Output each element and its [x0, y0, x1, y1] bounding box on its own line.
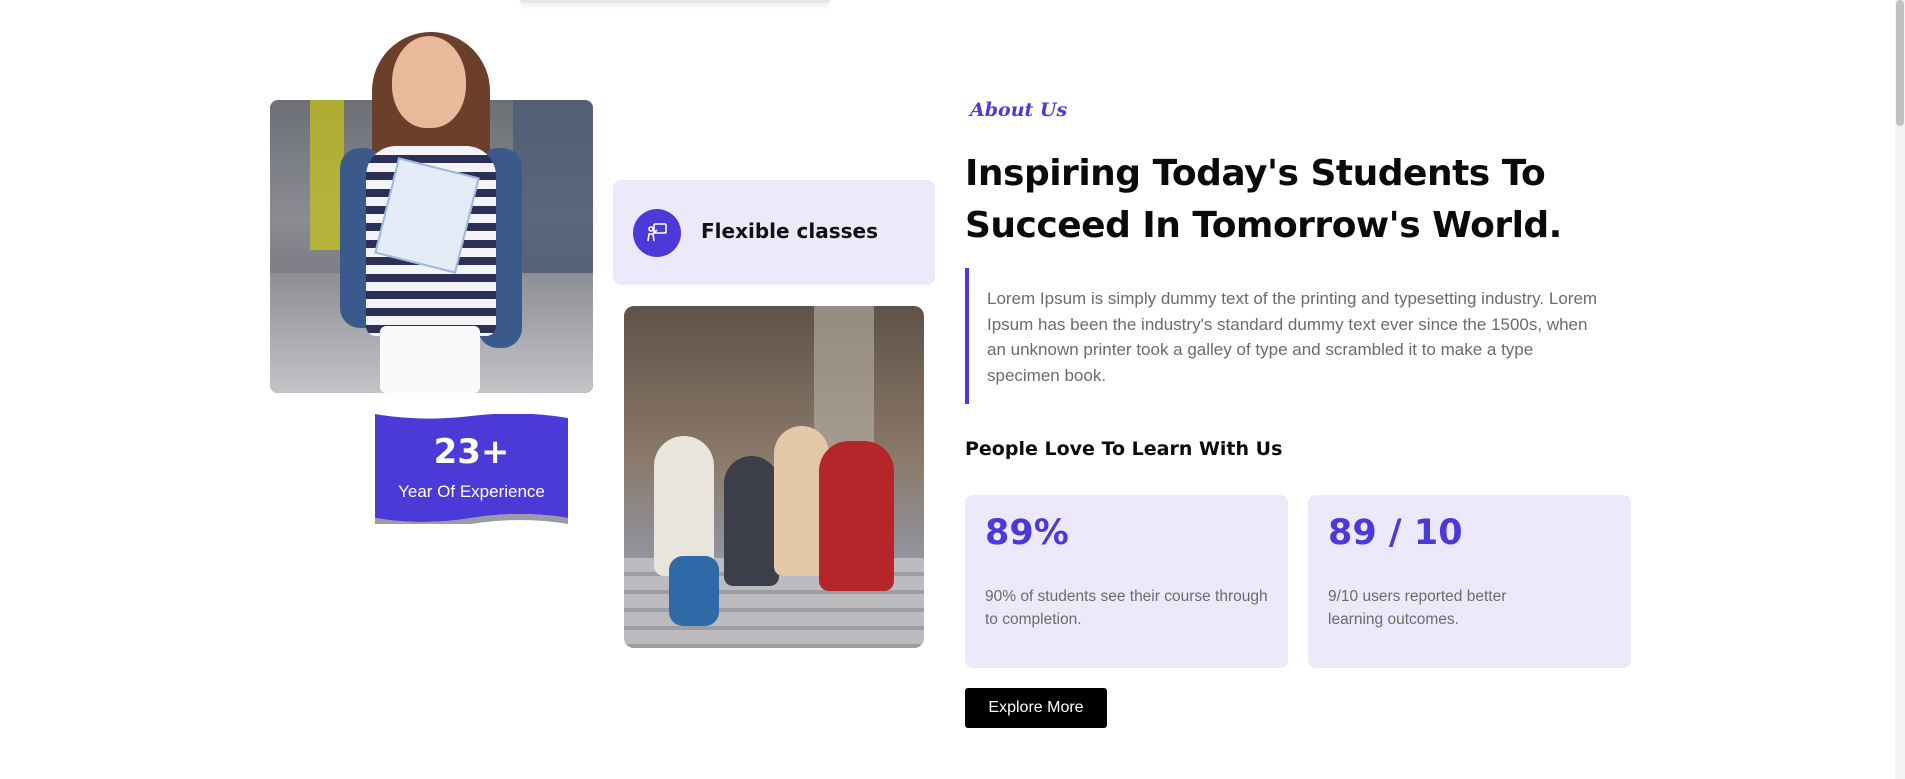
- experience-label: Year Of Experience: [375, 482, 568, 502]
- page-title: Inspiring Today's Students To Succeed In…: [965, 148, 1665, 252]
- section-subheading: People Love To Learn With Us: [965, 438, 1282, 460]
- stat-card-outcomes: 89 / 10 9/10 users reported better learn…: [1308, 495, 1631, 668]
- experience-number: 23+: [375, 432, 568, 472]
- stat-value: 89 / 10: [1328, 513, 1463, 553]
- flexible-classes-card: Flexible classes: [613, 180, 935, 285]
- explore-more-button[interactable]: Explore More: [965, 688, 1107, 728]
- scrollbar-thumb[interactable]: [1896, 0, 1904, 126]
- section-tag: About Us: [970, 99, 1067, 121]
- stat-description: 9/10 users reported better learning outc…: [1328, 585, 1528, 631]
- student-photo: [330, 36, 530, 393]
- teacher-board-icon: [633, 209, 681, 257]
- description-text: Lorem Ipsum is simply dummy text of the …: [987, 286, 1607, 388]
- description-block: Lorem Ipsum is simply dummy text of the …: [965, 268, 1609, 404]
- experience-badge: 23+ Year Of Experience: [375, 414, 568, 524]
- stat-card-completion: 89% 90% of students see their course thr…: [965, 495, 1288, 668]
- stat-value: 89%: [985, 513, 1069, 553]
- page-scrollbar[interactable]: [1895, 0, 1905, 779]
- students-group-photo: [624, 306, 924, 648]
- feature-label: Flexible classes: [701, 219, 878, 243]
- stat-description: 90% of students see their course through…: [985, 585, 1275, 631]
- header-bar-edge: [520, 0, 830, 3]
